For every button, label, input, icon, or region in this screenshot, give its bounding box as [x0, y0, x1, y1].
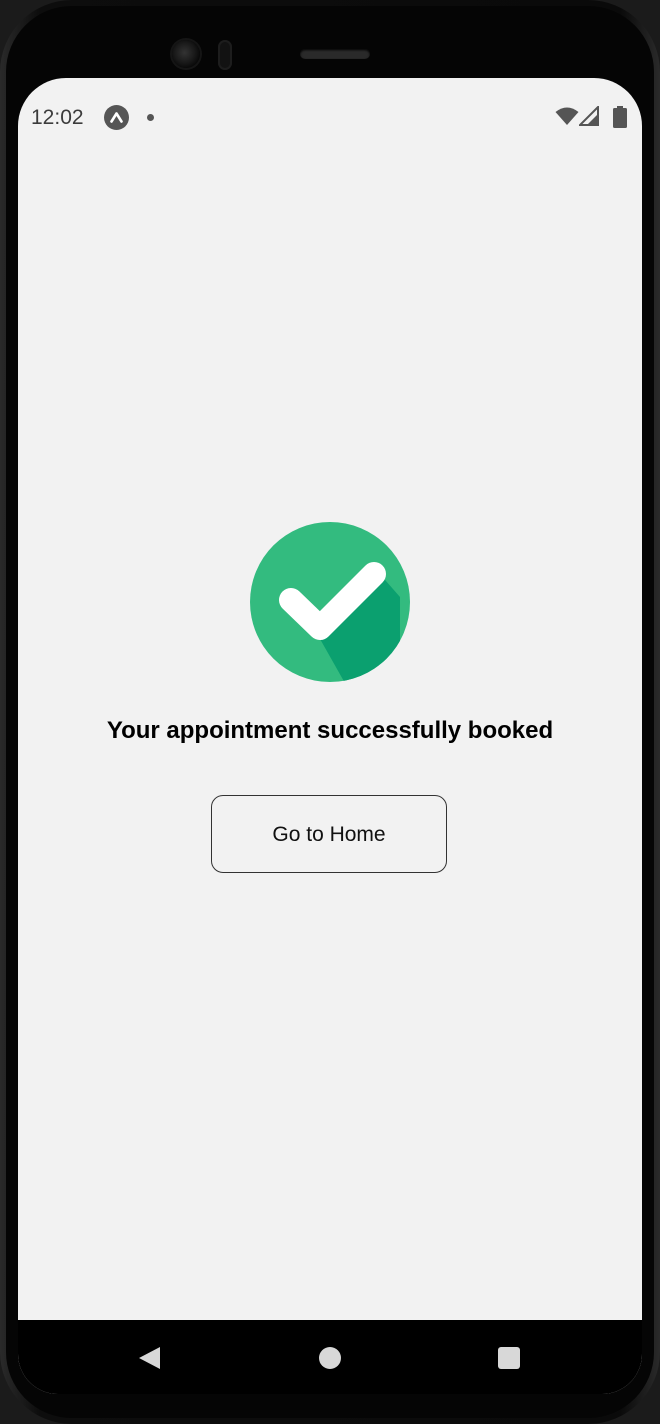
screen: 12:02 Your appointment successfully book… [18, 78, 642, 1394]
home-icon[interactable] [319, 1347, 341, 1369]
navigation-bar [18, 1320, 642, 1394]
back-icon[interactable] [136, 1345, 162, 1371]
front-camera [172, 40, 200, 68]
success-message: Your appointment successfully booked [106, 717, 554, 744]
success-content: Your appointment successfully booked Go … [18, 78, 642, 1320]
proximity-sensor [218, 40, 232, 70]
go-to-home-button[interactable]: Go to Home [211, 795, 447, 873]
phone-frame: 12:02 Your appointment successfully book… [0, 0, 660, 1424]
earpiece-speaker [300, 49, 370, 59]
check-circle-icon [250, 522, 410, 682]
recents-icon[interactable] [498, 1347, 520, 1369]
